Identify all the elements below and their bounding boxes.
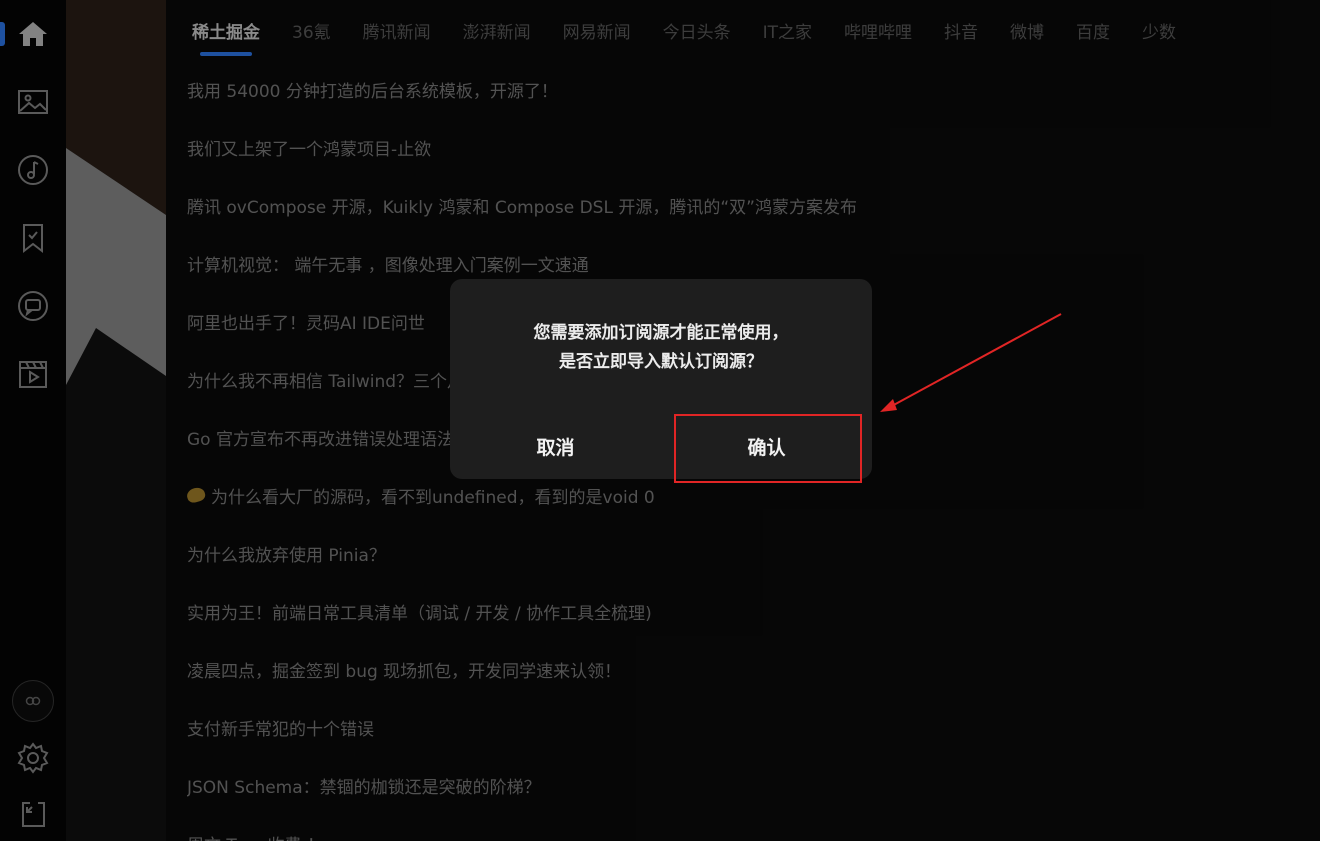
dialog-message: 您需要添加订阅源才能正常使用， 是否立即导入默认订阅源？ — [450, 319, 872, 377]
app-window: 稀土掘金 36氪 腾讯新闻 澎湃新闻 网易新闻 今日头条 IT之家 哔哩哔哩 抖音 微博 百度 少数 … — [0, 0, 1320, 841]
annotation-highlight-box — [674, 414, 862, 483]
cancel-button[interactable]: 取消 — [450, 414, 661, 478]
dialog-message-line-2: 是否立即导入默认订阅源？ — [559, 352, 763, 372]
dialog-message-line-1: 您需要添加订阅源才能正常使用， — [533, 323, 789, 343]
